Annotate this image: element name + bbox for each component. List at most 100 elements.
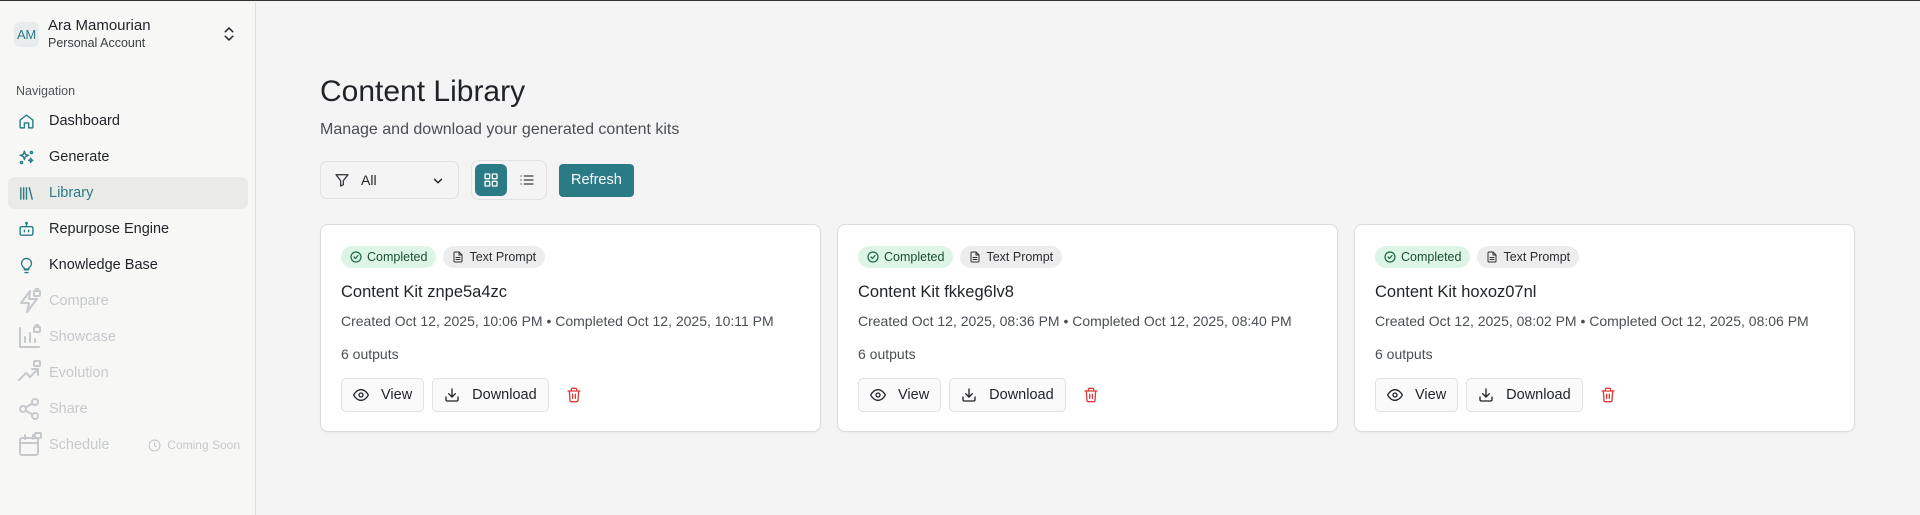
card-title: Content Kit znpe5a4zc	[341, 283, 508, 301]
sidebar-item-schedule: Schedule Coming Soon	[8, 429, 248, 461]
page-title: Content Library	[320, 75, 526, 108]
eye-icon	[1387, 389, 1403, 401]
sidebar-item-label: Dashboard	[49, 113, 120, 129]
bot-icon	[17, 220, 35, 238]
list-icon	[520, 175, 534, 185]
download-button[interactable]: Download	[432, 378, 549, 412]
download-button[interactable]: Download	[949, 378, 1066, 412]
delete-button[interactable]	[1597, 384, 1619, 406]
download-label: Download	[472, 387, 537, 403]
account-type: Personal Account	[48, 36, 146, 51]
sidebar-item-generate[interactable]: Generate	[8, 141, 248, 173]
filter-value: All	[361, 172, 377, 188]
file-text-icon	[970, 251, 980, 263]
file-text-icon	[1487, 251, 1497, 263]
content-kit-grid: Completed Text Prompt Content Kit znpe5a…	[320, 224, 1871, 432]
download-label: Download	[989, 387, 1054, 403]
clock-icon	[148, 439, 161, 451]
check-circle-icon	[1384, 251, 1396, 263]
check-circle-icon	[867, 251, 879, 263]
sidebar-item-showcase: Showcase	[8, 321, 248, 353]
sidebar-item-share: Share	[8, 393, 248, 425]
chevron-down-icon	[433, 178, 443, 184]
delete-button[interactable]	[563, 384, 585, 406]
status-label: Completed	[1401, 250, 1462, 264]
type-badge: Text Prompt	[960, 246, 1063, 268]
type-badge: Text Prompt	[443, 246, 546, 268]
sidebar-item-dashboard[interactable]: Dashboard	[8, 105, 248, 137]
card-timestamps: Created Oct 12, 2025, 10:06 PM • Complet…	[341, 313, 774, 329]
sidebar-item-repurpose-engine[interactable]: Repurpose Engine	[8, 213, 248, 245]
grid-icon	[484, 173, 498, 187]
download-icon	[445, 388, 459, 402]
status-badge: Completed	[858, 246, 954, 268]
sidebar-item-label: Library	[49, 185, 94, 201]
coming-soon-label: Coming Soon	[167, 438, 240, 452]
refresh-button[interactable]: Refresh	[559, 163, 634, 197]
trash-icon	[1084, 387, 1098, 403]
card-title: Content Kit hoxoz07nl	[1375, 283, 1537, 301]
filter-icon	[335, 174, 349, 187]
account-switcher[interactable]: AM Ara Mamourian Personal Account	[14, 16, 242, 52]
sidebar-item-knowledge-base[interactable]: Knowledge Base	[8, 249, 248, 281]
card-title: Content Kit fkkeg6lv8	[858, 283, 1014, 301]
status-filter-select[interactable]: All	[320, 161, 459, 199]
view-label: View	[1415, 387, 1447, 403]
share-locked-icon	[17, 398, 43, 420]
lightbulb-icon	[17, 256, 35, 274]
file-text-icon	[453, 251, 463, 263]
trash-icon	[1601, 387, 1615, 403]
view-label: View	[381, 387, 413, 403]
chevrons-up-down-icon[interactable]	[220, 25, 238, 43]
sidebar-item-label: Compare	[49, 293, 109, 309]
coming-soon-badge: Coming Soon	[148, 438, 240, 452]
trend-locked-icon	[17, 360, 43, 382]
download-button[interactable]: Download	[1466, 378, 1583, 412]
library-icon	[17, 184, 35, 202]
download-label: Download	[1506, 387, 1571, 403]
account-name: Ara Mamourian	[48, 17, 151, 35]
card-output-count: 6 outputs	[1375, 346, 1433, 362]
type-label: Text Prompt	[469, 250, 537, 264]
sparkles-icon	[17, 148, 35, 166]
sidebar-item-compare: Compare	[8, 285, 248, 317]
sidebar-item-label: Evolution	[49, 365, 109, 381]
eye-icon	[870, 389, 886, 401]
grid-view-button[interactable]	[475, 164, 507, 196]
content-kit-card: Completed Text Prompt Content Kit fkkeg6…	[837, 224, 1338, 432]
content-kit-card: Completed Text Prompt Content Kit hoxoz0…	[1354, 224, 1855, 432]
chart-locked-icon	[17, 324, 43, 348]
sidebar-item-library[interactable]: Library	[8, 177, 248, 209]
view-button[interactable]: View	[858, 378, 942, 412]
sidebar-item-label: Share	[49, 401, 88, 417]
calendar-locked-icon	[17, 432, 43, 456]
status-badge: Completed	[341, 246, 437, 268]
status-label: Completed	[367, 250, 428, 264]
trash-icon	[567, 387, 581, 403]
card-timestamps: Created Oct 12, 2025, 08:02 PM • Complet…	[1375, 313, 1809, 329]
sidebar-item-label: Knowledge Base	[49, 257, 158, 273]
sidebar-item-label: Generate	[49, 149, 110, 165]
sidebar-nav: Dashboard Generate Library Repurpose Eng…	[8, 105, 248, 465]
home-icon	[17, 112, 35, 130]
download-icon	[962, 388, 976, 402]
sidebar-item-label: Showcase	[49, 329, 116, 345]
status-label: Completed	[884, 250, 945, 264]
sidebar-item-evolution: Evolution	[8, 357, 248, 389]
list-view-button[interactable]	[511, 164, 543, 196]
delete-button[interactable]	[1080, 384, 1102, 406]
page-subtitle: Manage and download your generated conte…	[320, 121, 680, 138]
download-icon	[1479, 388, 1493, 402]
sidebar-item-label: Schedule	[49, 437, 110, 453]
type-badge: Text Prompt	[1477, 246, 1580, 268]
status-badge: Completed	[1375, 246, 1471, 268]
sidebar: AM Ara Mamourian Personal Account Naviga…	[0, 2, 256, 515]
zap-locked-icon	[17, 288, 43, 313]
card-output-count: 6 outputs	[341, 346, 399, 362]
avatar: AM	[14, 21, 39, 47]
nav-heading: Navigation	[16, 84, 76, 98]
card-output-count: 6 outputs	[858, 346, 916, 362]
view-button[interactable]: View	[341, 378, 425, 412]
toolbar: All Refresh	[320, 160, 634, 200]
view-button[interactable]: View	[1375, 378, 1459, 412]
